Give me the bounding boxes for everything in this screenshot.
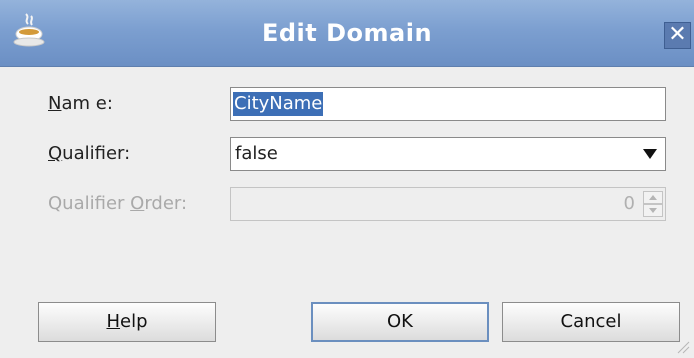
name-label: Nam e: [48, 93, 113, 114]
close-button[interactable]: ✕ [664, 22, 691, 49]
qualifier-order-label-text: rder: [144, 193, 188, 214]
qualifier-order-label: Qualifier Order: [48, 193, 187, 214]
dialog-title: Edit Domain [261, 19, 433, 47]
ok-button-label: OK [387, 311, 413, 332]
qualifier-select-value: false [235, 143, 278, 164]
help-button-mnemonic: H [106, 311, 121, 332]
spin-up-icon[interactable] [643, 191, 663, 204]
help-button-label: elp [120, 311, 148, 332]
cancel-button-label: Cancel [560, 311, 622, 332]
qualifier-order-spinner[interactable]: 0 [230, 187, 666, 221]
title-bar[interactable]: Edit Domain ✕ [0, 0, 694, 67]
qualifier-select[interactable]: false [230, 137, 666, 171]
spin-down-icon[interactable] [643, 204, 663, 217]
ok-button[interactable]: OK [311, 302, 489, 342]
qualifier-order-label-before: Qualifier [48, 193, 131, 214]
name-input[interactable]: CityName [230, 87, 666, 121]
name-label-text: am e: [61, 93, 113, 114]
cancel-button[interactable]: Cancel [502, 302, 680, 342]
qualifier-order-value: 0 [623, 193, 635, 214]
name-label-mnemonic: N [48, 93, 62, 114]
edit-domain-dialog: Edit Domain ✕ Nam e: CityName Qualifier:… [0, 0, 694, 358]
name-input-value: CityName [233, 92, 324, 116]
close-icon: ✕ [668, 22, 687, 47]
qualifier-label-text: ualifier: [62, 143, 131, 164]
qualifier-label-mnemonic: Q [48, 143, 63, 164]
chevron-down-icon[interactable] [643, 149, 657, 159]
qualifier-order-label-mnemonic: O [130, 193, 145, 214]
help-button[interactable]: Help [38, 302, 216, 342]
qualifier-label: Qualifier: [48, 143, 130, 164]
resize-grip-icon[interactable] [676, 340, 690, 354]
